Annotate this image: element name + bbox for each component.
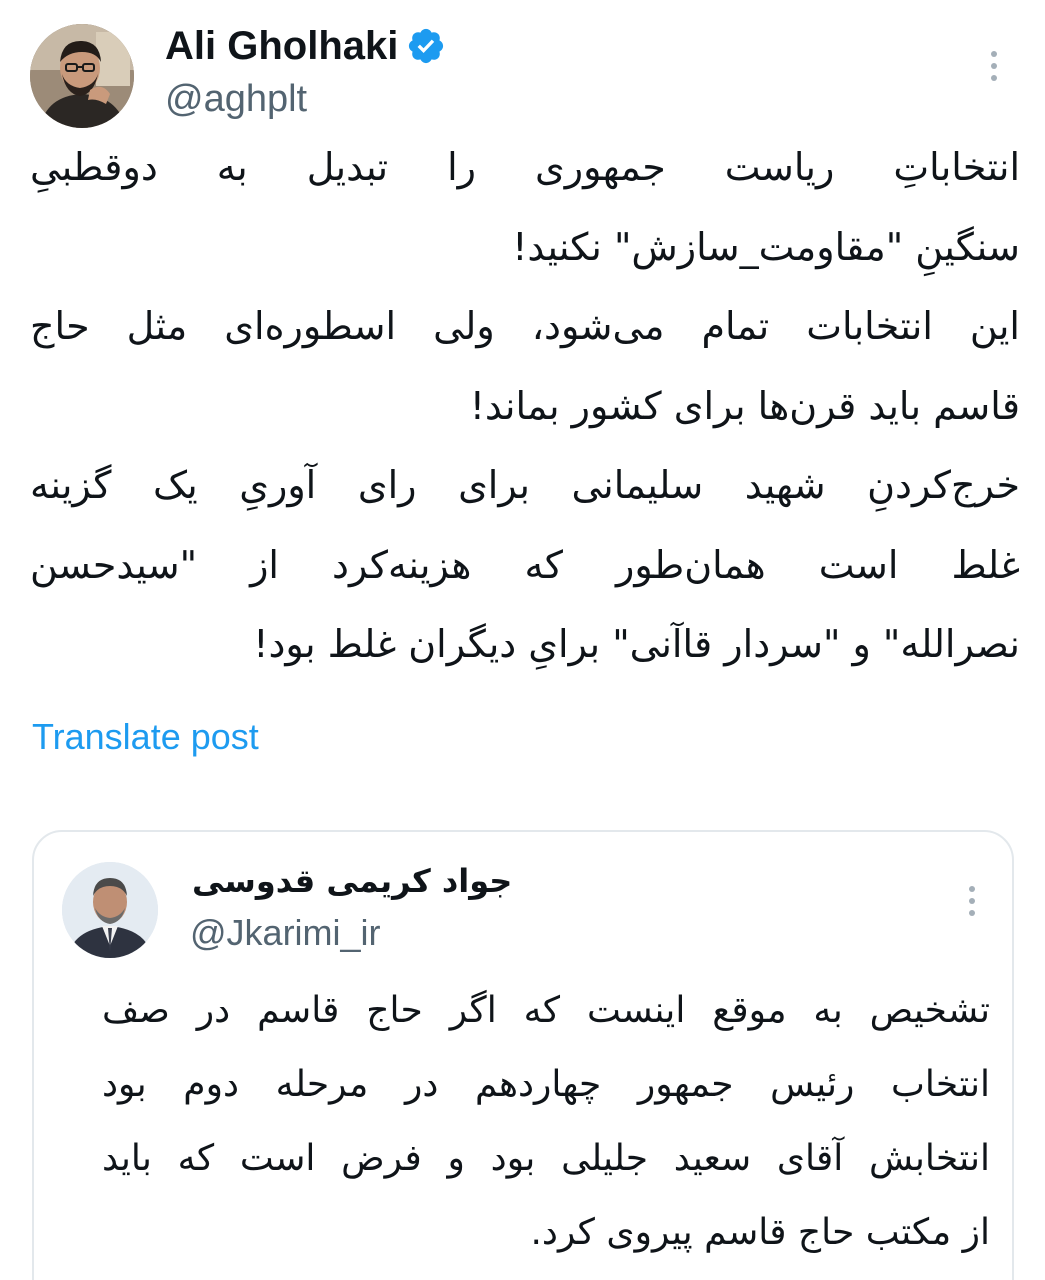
- author-avatar[interactable]: [30, 24, 134, 128]
- quoted-post-text: تشخیص به موقع اینست که اگر حاج قاسم در ص…: [102, 974, 990, 1270]
- translate-post-link[interactable]: Translate post: [32, 716, 259, 758]
- post-text-line: نصرالله" و "سردار قاآنی" برایِ دیگران غل…: [253, 622, 1020, 666]
- quoted-text-line: از مکتب حاج قاسم پیروی کرد.: [530, 1212, 990, 1253]
- more-options-icon[interactable]: [984, 48, 1004, 84]
- quoted-author-name[interactable]: جواد کریمی قدوسی: [192, 862, 512, 900]
- post-text-line: این انتخابات تمام می‌شود، ولی اسطوره‌ای …: [30, 304, 1020, 348]
- author-handle[interactable]: @aghplt: [165, 78, 307, 121]
- post-text-line: انتخاباتِ ریاست جمهوری را تبدیل به دوقطب…: [30, 145, 1020, 189]
- post-text: انتخاباتِ ریاست جمهوری را تبدیل به دوقطب…: [30, 128, 1020, 685]
- verified-badge-icon: [409, 28, 444, 64]
- author-display-name[interactable]: Ali Gholhaki: [165, 24, 398, 69]
- quoted-text-line: تشخیص به موقع اینست که اگر حاج قاسم در ص…: [102, 990, 990, 1031]
- quoted-post-card[interactable]: جواد کریمی قدوسی @Jkarimi_ir تشخیص به مو…: [32, 830, 1014, 1280]
- author-name-row: Ali Gholhaki: [165, 22, 446, 70]
- quoted-text-line: انتخابش آقای سعید جلیلی بود و فرض است که…: [102, 1138, 990, 1179]
- post-text-line: قاسم باید قرن‌ها برای کشور بماند!: [469, 383, 1020, 428]
- quoted-author-handle[interactable]: @Jkarimi_ir: [190, 912, 381, 954]
- post-text-line: سنگینِ "مقاومت_سازش" نکنید!: [512, 224, 1020, 269]
- post-text-line: خرج‌کردنِ شهید سلیمانی برای رای آوریِ یک…: [30, 463, 1020, 507]
- quoted-text-line: انتخاب رئیس جمهور چهاردهم در مرحله دوم ب…: [102, 1064, 990, 1105]
- author-avatar-image: [30, 24, 134, 128]
- post-view: Ali Gholhaki @aghplt انتخاباتِ ریاست جمه…: [0, 0, 1045, 1280]
- more-options-icon[interactable]: [962, 884, 982, 918]
- quoted-author-avatar[interactable]: [62, 862, 158, 958]
- post-text-line: غلط است همان‌طور که هزینه‌کرد از "سیدحسن: [30, 542, 1020, 587]
- quoted-author-avatar-image: [62, 862, 158, 958]
